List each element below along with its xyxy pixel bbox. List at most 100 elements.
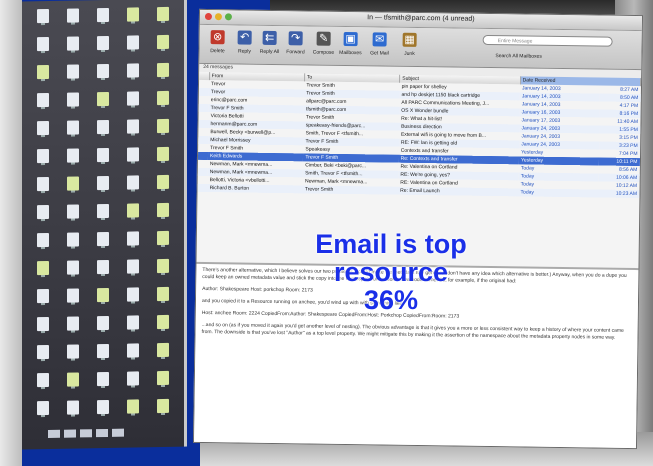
file-icon — [67, 260, 79, 275]
toolbar-button-label: Forward — [286, 49, 305, 56]
taskbar-icon — [48, 429, 60, 438]
desktop-file-icon — [30, 231, 56, 259]
desktop-file-icon — [30, 371, 56, 399]
file-icon — [97, 35, 109, 51]
message-status — [198, 135, 209, 145]
desktop-file-icon — [90, 146, 116, 174]
desktop-file-icon — [150, 61, 176, 89]
preview-paragraph: ...and so on (as if you moved it again y… — [201, 321, 624, 341]
file-icon — [127, 91, 139, 106]
message-to: Trevor Smith — [302, 185, 399, 195]
desktop-file-icon — [30, 399, 56, 427]
desktop-file-icon — [120, 257, 146, 285]
file-icon — [127, 35, 139, 50]
desktop-file-icon — [150, 145, 176, 173]
mailboxes-button[interactable]: ▣ Mailboxes — [338, 31, 362, 57]
reply-button[interactable]: ↶ Reply — [232, 30, 256, 55]
desktop-file-icon — [150, 397, 176, 425]
desktop-file-icon — [150, 313, 176, 341]
compose-button[interactable]: ✎ Compose — [311, 31, 335, 56]
taskbar-icon — [112, 428, 124, 437]
toolbar-button-label: Mailboxes — [339, 49, 362, 57]
message-subject: Re: Email Launch — [398, 186, 519, 197]
file-icon — [37, 288, 49, 304]
search-label: Search All Mailboxes — [495, 53, 542, 60]
desktop-file-icon — [120, 313, 146, 341]
file-icon — [127, 315, 139, 330]
file-icon — [127, 287, 139, 302]
desktop-file-icon — [150, 229, 176, 257]
file-icon — [97, 399, 109, 415]
desktop-file-icon — [150, 257, 176, 285]
desktop-file-icon — [90, 370, 116, 398]
mailboxes-icon: ▣ — [343, 31, 358, 47]
file-icon — [37, 344, 49, 360]
desktop-file-icon — [120, 117, 146, 145]
reply-all-icon: ⇇ — [262, 30, 277, 46]
desktop-file-icon — [90, 202, 116, 230]
search-input[interactable]: Entire Message — [482, 34, 613, 47]
desktop-icon-grid — [30, 5, 176, 428]
overlay-line-1: Email is top — [315, 229, 467, 259]
desktop-file-icon — [90, 342, 116, 370]
junk-button[interactable]: ▦ Junk — [397, 32, 421, 57]
desktop-file-icon — [60, 370, 86, 398]
desktop-file-icon — [60, 62, 86, 90]
message-status — [198, 128, 208, 136]
desktop-file-icon — [60, 342, 86, 370]
taskbar-icon — [96, 428, 108, 438]
file-icon — [37, 260, 49, 276]
desktop-file-icon — [90, 118, 116, 146]
message-status — [198, 144, 208, 152]
overlay-line-2: resource — [333, 257, 449, 287]
file-icon — [67, 36, 79, 51]
file-icon — [157, 6, 169, 22]
desktop-file-icon — [90, 34, 116, 62]
column-status[interactable] — [199, 71, 210, 81]
file-icon — [97, 147, 109, 163]
file-icon — [157, 62, 169, 78]
desktop-file-icon — [60, 258, 86, 286]
get-mail-button[interactable]: ✉ Get Mail — [367, 32, 391, 57]
desktop-file-icon — [120, 173, 146, 201]
desktop-file-icon — [30, 91, 56, 119]
message-status — [198, 160, 208, 168]
desktop-file-icon — [60, 230, 86, 258]
file-icon — [67, 372, 79, 387]
file-icon — [97, 175, 109, 191]
file-icon — [97, 287, 109, 303]
desktop-file-icon — [150, 201, 176, 229]
delete-icon: ⊗ — [210, 30, 225, 45]
slide-overlay-caption: Email is top resource 36% — [296, 230, 486, 314]
file-icon — [37, 400, 49, 416]
file-icon — [67, 204, 79, 219]
desktop-file-icon — [60, 398, 86, 426]
message-date: Today — [518, 188, 599, 198]
desktop-file-icon — [150, 117, 176, 145]
desktop-file-icon — [30, 119, 56, 147]
message-status — [197, 151, 209, 161]
desktop-file-icon — [60, 174, 86, 202]
file-icon — [157, 202, 169, 218]
desktop-file-icon — [30, 63, 56, 91]
desktop-file-icon — [30, 175, 56, 203]
desktop-file-icon — [120, 229, 146, 257]
file-icon — [37, 148, 49, 164]
window-title: In — tfsmith@parc.com (4 unread) — [367, 14, 475, 23]
file-icon — [37, 372, 49, 388]
toolbar-button-label: Delete — [210, 48, 225, 55]
forward-button[interactable]: ↷ Forward — [283, 31, 307, 55]
desktop-file-icon — [120, 89, 146, 117]
overlay-line-3: 36% — [363, 285, 419, 315]
file-icon — [157, 286, 169, 302]
desktop-file-icon — [30, 287, 56, 315]
file-icon — [127, 175, 139, 190]
toolbar-button-label: Junk — [404, 50, 415, 57]
reply-all-button[interactable]: ⇇ Reply All — [257, 30, 281, 55]
file-icon — [67, 92, 79, 107]
message-status — [199, 96, 209, 104]
file-icon — [127, 399, 139, 414]
delete-button[interactable]: ⊗ Delete — [205, 30, 229, 54]
desktop-file-icon — [120, 285, 146, 313]
desktop-file-icon — [90, 174, 116, 202]
